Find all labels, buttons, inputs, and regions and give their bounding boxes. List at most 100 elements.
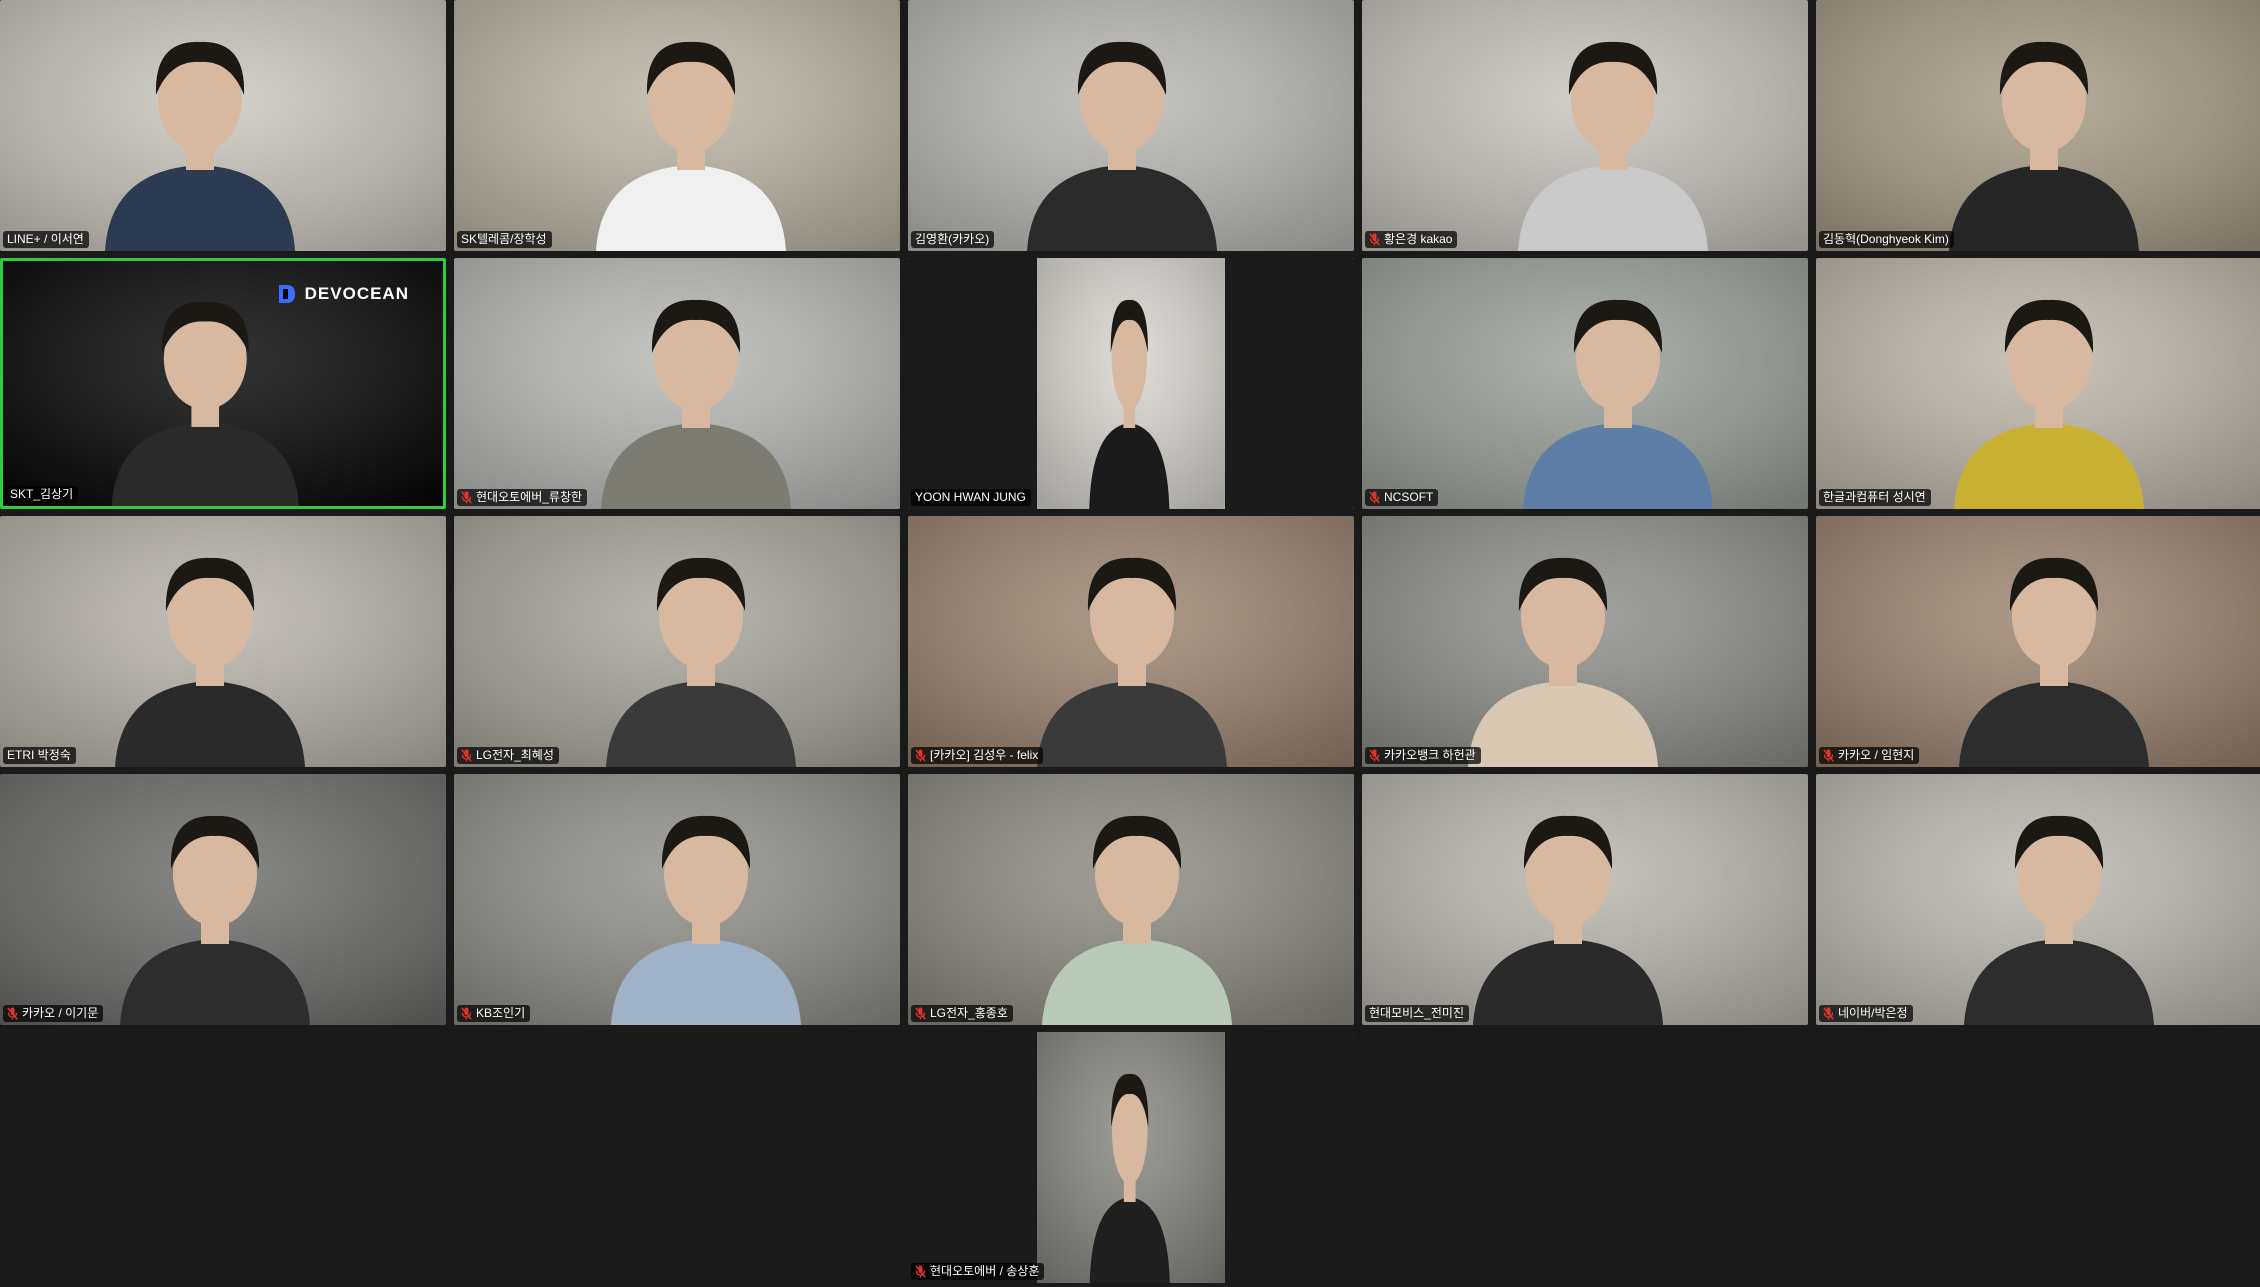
participant-video-figure — [908, 0, 1354, 251]
microphone-muted-icon — [1823, 749, 1834, 762]
video-gallery: LINE+ / 이서연 SK텔레콤/장학성 김영환(카카오) 황은경 kakao 김동혁… — [0, 0, 2260, 1287]
participant-name: KB조인기 — [476, 1006, 526, 1020]
participant-name: 김영환(카카오) — [915, 232, 990, 246]
participant-name: LG전자_홍종호 — [930, 1006, 1008, 1020]
microphone-muted-icon — [1369, 749, 1380, 762]
brand-logo: DEVOCEAN — [277, 283, 409, 305]
participant-name: 현대오토에버 / 송상훈 — [930, 1264, 1040, 1278]
participant-name-tag: LG전자_최혜성 — [457, 747, 559, 764]
participant-video-figure — [1816, 0, 2260, 251]
participant-video-figure — [454, 516, 900, 767]
participant-video-figure — [1037, 258, 1225, 509]
participant-name-tag: LINE+ / 이서연 — [3, 231, 89, 248]
participant-tile[interactable]: YOON HWAN JUNG — [908, 258, 1354, 509]
participant-name-tag: 현대오토에버 / 송상훈 — [911, 1263, 1045, 1280]
participant-name-tag: 황은경 kakao — [1365, 231, 1458, 248]
participant-video-figure — [454, 258, 900, 509]
participant-name-tag: LG전자_홍종호 — [911, 1005, 1013, 1022]
participant-name: 카카오 / 임현지 — [1838, 748, 1915, 762]
participant-name: 현대오토에버_류창한 — [476, 490, 583, 504]
participant-name-tag: 카카오 / 임현지 — [1819, 747, 1920, 764]
participant-tile[interactable]: KB조인기 — [454, 774, 900, 1025]
microphone-muted-icon — [461, 1007, 472, 1020]
participant-name-tag: 한글과컴퓨터 성시연 — [1819, 489, 1931, 506]
participant-tile[interactable]: 현대오토에버_류창한 — [454, 258, 900, 509]
participant-video-figure — [1816, 774, 2260, 1025]
participant-name: LINE+ / 이서연 — [7, 232, 84, 246]
participant-video-figure — [454, 0, 900, 251]
participant-tile[interactable]: 네이버/박은정 — [1816, 774, 2260, 1025]
microphone-muted-icon — [461, 749, 472, 762]
participant-name-tag: 카카오뱅크 하헌관 — [1365, 747, 1481, 764]
microphone-muted-icon — [915, 1265, 926, 1278]
participant-name-tag: SK텔레콤/장학성 — [457, 231, 552, 248]
participant-tile[interactable]: 현대모비스_전미진 — [1362, 774, 1808, 1025]
participant-name: 네이버/박은정 — [1838, 1006, 1908, 1020]
microphone-muted-icon — [915, 1007, 926, 1020]
participant-tile[interactable]: LG전자_홍종호 — [908, 774, 1354, 1025]
participant-tile[interactable]: DEVOCEAN SKT_김상기 — [0, 258, 446, 509]
participant-name: NCSOFT — [1384, 490, 1434, 504]
participant-video-figure — [1037, 1032, 1225, 1283]
participant-tile[interactable]: [카카오] 김성우 - felix — [908, 516, 1354, 767]
microphone-muted-icon — [461, 491, 472, 504]
pillarbox — [908, 258, 1037, 509]
participant-name: 현대모비스_전미진 — [1369, 1006, 1464, 1020]
pillarbox — [1225, 258, 1354, 509]
participant-name-tag: KB조인기 — [457, 1005, 531, 1022]
participant-name: 김동혁(Donghyeok Kim) — [1823, 232, 1949, 246]
participant-video-figure — [908, 774, 1354, 1025]
participant-tile[interactable]: 카카오 / 임현지 — [1816, 516, 2260, 767]
participant-name-tag: 현대오토에버_류창한 — [457, 489, 588, 506]
participant-name: LG전자_최혜성 — [476, 748, 554, 762]
participant-name-tag: NCSOFT — [1365, 489, 1439, 506]
participant-video-figure — [1816, 258, 2260, 509]
microphone-muted-icon — [1823, 1007, 1834, 1020]
participant-video-figure — [0, 516, 446, 767]
pillarbox — [1225, 1032, 1354, 1283]
participant-name-tag: YOON HWAN JUNG — [911, 489, 1031, 506]
participant-video-figure — [908, 516, 1354, 767]
participant-video-figure — [1362, 0, 1808, 251]
participant-tile[interactable]: SK텔레콤/장학성 — [454, 0, 900, 251]
participant-tile[interactable]: 카카오 / 이기문 — [0, 774, 446, 1025]
participant-name-tag: 현대모비스_전미진 — [1365, 1005, 1469, 1022]
participant-video-figure — [1362, 258, 1808, 509]
participant-tile[interactable]: 김영환(카카오) — [908, 0, 1354, 251]
participant-video-figure — [1816, 516, 2260, 767]
participant-name: [카카오] 김성우 - felix — [930, 748, 1039, 762]
participant-name-tag: ETRI 박정숙 — [3, 747, 76, 764]
microphone-muted-icon — [7, 1007, 18, 1020]
participant-name: 카카오뱅크 하헌관 — [1384, 748, 1476, 762]
participant-name-tag: 네이버/박은정 — [1819, 1005, 1913, 1022]
participant-tile[interactable]: NCSOFT — [1362, 258, 1808, 509]
participant-video-figure — [1362, 774, 1808, 1025]
microphone-muted-icon — [1369, 233, 1380, 246]
participant-video-figure — [1362, 516, 1808, 767]
participant-name: SK텔레콤/장학성 — [461, 232, 547, 246]
participant-video-figure — [0, 774, 446, 1025]
participant-name-tag: 김동혁(Donghyeok Kim) — [1819, 231, 1954, 248]
pillarbox — [908, 1032, 1037, 1283]
participant-tile[interactable]: LG전자_최혜성 — [454, 516, 900, 767]
participant-name-tag: [카카오] 김성우 - felix — [911, 747, 1044, 764]
participant-video-figure — [454, 774, 900, 1025]
participant-tile[interactable]: 현대오토에버 / 송상훈 — [908, 1032, 1354, 1283]
participant-tile[interactable]: 황은경 kakao — [1362, 0, 1808, 251]
participant-tile[interactable]: LINE+ / 이서연 — [0, 0, 446, 251]
participant-name: SKT_김상기 — [10, 487, 74, 501]
participant-name: 황은경 kakao — [1384, 232, 1453, 246]
participant-name: YOON HWAN JUNG — [915, 490, 1026, 504]
participant-name: ETRI 박정숙 — [7, 748, 71, 762]
participant-name: 카카오 / 이기문 — [22, 1006, 99, 1020]
participant-video-figure — [0, 0, 446, 251]
microphone-muted-icon — [1369, 491, 1380, 504]
microphone-muted-icon — [915, 749, 926, 762]
participant-name-tag: 김영환(카카오) — [911, 231, 995, 248]
participant-name-tag: 카카오 / 이기문 — [3, 1005, 104, 1022]
participant-tile[interactable]: 김동혁(Donghyeok Kim) — [1816, 0, 2260, 251]
participant-tile[interactable]: 한글과컴퓨터 성시연 — [1816, 258, 2260, 509]
participant-tile[interactable]: 카카오뱅크 하헌관 — [1362, 516, 1808, 767]
participant-name-tag: SKT_김상기 — [6, 486, 79, 503]
participant-tile[interactable]: ETRI 박정숙 — [0, 516, 446, 767]
